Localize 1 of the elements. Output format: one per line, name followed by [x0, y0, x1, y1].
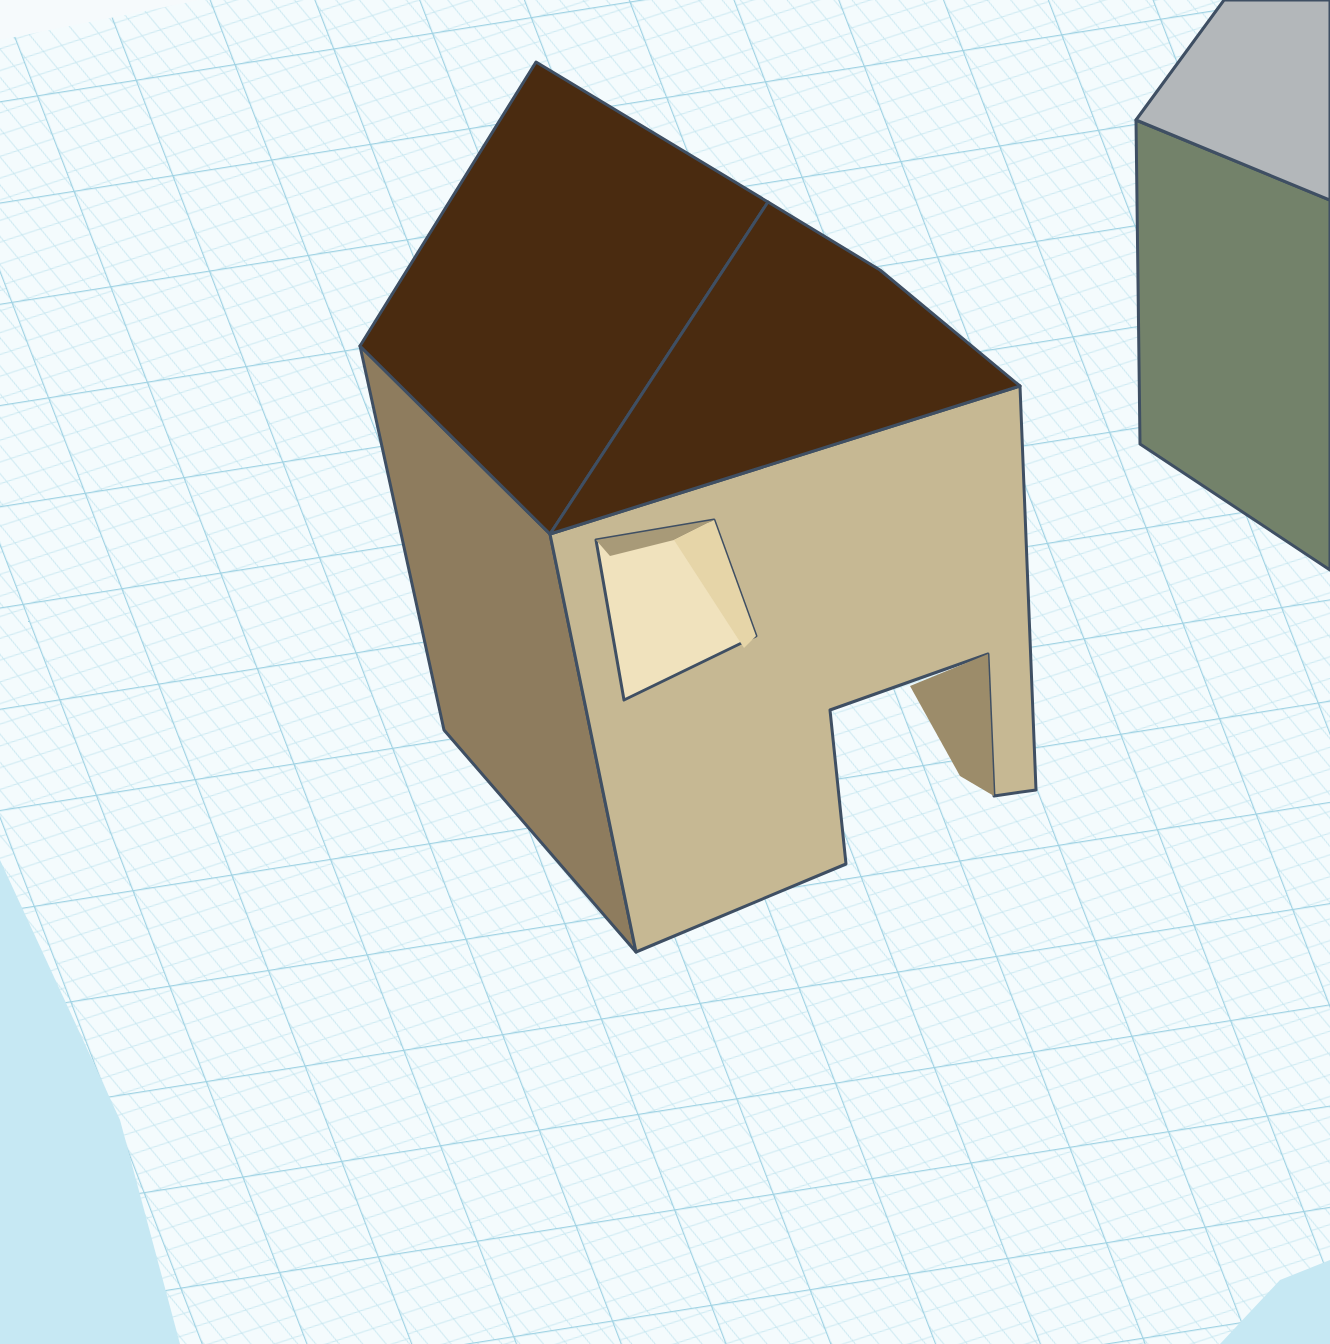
- workplane-edge: [1220, 1260, 1330, 1344]
